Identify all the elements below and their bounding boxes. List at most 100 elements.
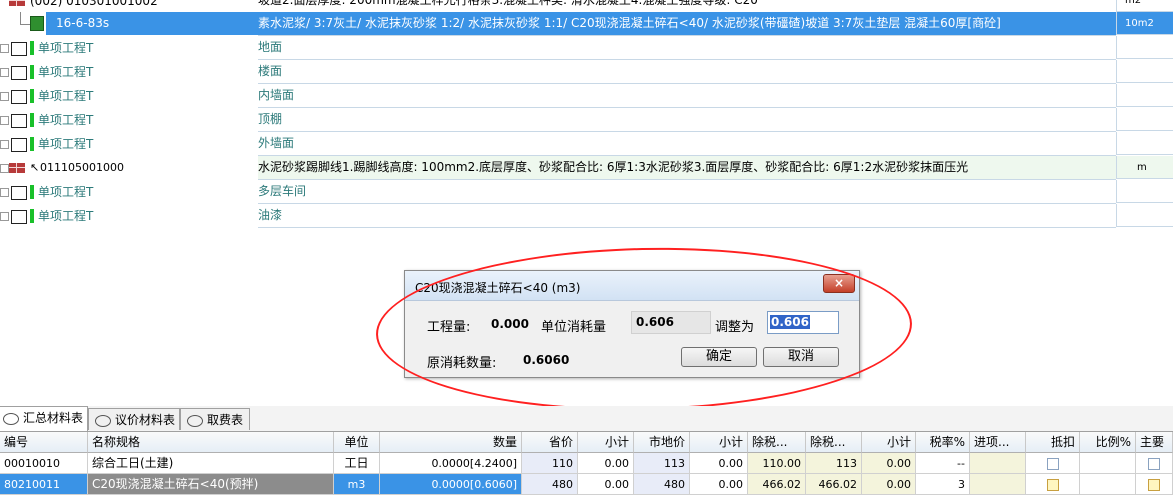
cell-tax-rate[interactable]: -- xyxy=(916,453,970,474)
tree-row-selected[interactable]: 16-6-83s 素水泥浆/ 3:7灰土/ 水泥抹灰砂浆 1:2/ 水泥抹灰砂浆… xyxy=(0,12,1173,36)
tab-eye-icon xyxy=(95,415,111,427)
col-header-pretax-1[interactable]: 除税... xyxy=(748,432,806,453)
tab-eye-icon xyxy=(187,415,203,427)
cell-subtotal[interactable]: 0.00 xyxy=(690,474,748,495)
expand-icon[interactable] xyxy=(0,164,9,173)
dialog-title-bar[interactable]: C20现浇混凝土碎石<40 (m3) × xyxy=(405,271,859,301)
tab-negotiated-materials[interactable]: 议价材料表 xyxy=(88,408,180,430)
col-header-code[interactable]: 编号 xyxy=(0,432,88,453)
expand-icon[interactable] xyxy=(0,116,9,125)
cell-city-price[interactable]: 480 xyxy=(634,474,690,495)
status-green-icon xyxy=(30,89,34,103)
expand-icon[interactable] xyxy=(0,140,9,149)
project-icon xyxy=(11,138,27,152)
cell-unit[interactable]: 工日 xyxy=(334,453,380,474)
col-header-main[interactable]: 主要 xyxy=(1136,432,1173,453)
cell-code[interactable]: 80210011 xyxy=(0,474,88,495)
status-green-icon xyxy=(30,65,34,79)
cell-subtotal[interactable]: 0.00 xyxy=(862,453,916,474)
tree-unit xyxy=(1116,108,1173,131)
cell-subtotal[interactable]: 0.00 xyxy=(862,474,916,495)
col-header-province-price[interactable]: 省价 xyxy=(522,432,578,453)
col-header-quantity[interactable]: 数量 xyxy=(380,432,522,453)
tree-row-project[interactable]: 单项工程T 多层车间 xyxy=(0,180,1173,204)
tree-desc: 外墙面 xyxy=(258,132,1116,156)
col-header-tax-rate[interactable]: 税率% xyxy=(916,432,970,453)
cell-pretax-2[interactable]: 466.02 xyxy=(806,474,862,495)
adjust-label: 调整为 xyxy=(715,320,755,335)
tree-row-project[interactable]: 单项工程T 顶棚 xyxy=(0,108,1173,132)
cell-code[interactable]: 00010010 xyxy=(0,453,88,474)
tree-row-item[interactable]: ↖ 011105001000 水泥砂浆踢脚线1.踢脚线高度: 100mm2.底层… xyxy=(0,156,1173,180)
expand-icon[interactable] xyxy=(0,92,9,101)
tree-row-project[interactable]: 单项工程T 地面 xyxy=(0,36,1173,60)
col-header-pretax-2[interactable]: 除税... xyxy=(806,432,862,453)
col-header-deduct[interactable]: 抵扣 xyxy=(1026,432,1080,453)
expand-icon[interactable] xyxy=(0,212,9,221)
expand-icon[interactable] xyxy=(0,44,9,53)
tree-row-project[interactable]: 单项工程T 内墙面 xyxy=(0,84,1173,108)
tree-row-project[interactable]: 单项工程T 油漆 xyxy=(0,204,1173,228)
cell-province-price[interactable]: 480 xyxy=(522,474,578,495)
cell-subtotal[interactable]: 0.00 xyxy=(578,474,634,495)
bottom-tabs: 汇总材料表 议价材料表 取费表 xyxy=(0,406,1173,432)
cell-province-price[interactable]: 110 xyxy=(522,453,578,474)
col-header-ratio[interactable]: 比例% xyxy=(1080,432,1136,453)
original-consumption-label: 原消耗数量: xyxy=(427,356,497,371)
tree-desc: 地面 xyxy=(258,36,1116,60)
project-icon xyxy=(11,186,27,200)
cancel-button[interactable]: 取消 xyxy=(763,347,839,367)
cell-ratio[interactable] xyxy=(1080,453,1136,474)
tab-eye-icon xyxy=(3,413,19,425)
expand-icon[interactable] xyxy=(0,68,9,77)
cell-deduct xyxy=(1026,474,1080,495)
cell-unit[interactable]: m3 xyxy=(334,474,380,495)
tree-cell-code: ↖ 011105001000 xyxy=(0,156,258,180)
project-icon xyxy=(11,210,27,224)
cell-subtotal[interactable]: 0.00 xyxy=(578,453,634,474)
deduct-checkbox[interactable] xyxy=(1046,479,1059,491)
cell-subtotal[interactable]: 0.00 xyxy=(690,453,748,474)
col-header-city-price[interactable]: 市地价 xyxy=(634,432,690,453)
cell-name[interactable]: C20现浇混凝土碎石<40(预拌) xyxy=(88,474,334,495)
cell-pretax-1[interactable]: 466.02 xyxy=(748,474,806,495)
tree-unit: m2 xyxy=(1116,0,1173,12)
cell-quantity[interactable]: 0.0000[0.6060] xyxy=(380,474,522,495)
tree-unit: m xyxy=(1116,156,1173,179)
cell-ratio[interactable] xyxy=(1080,474,1136,495)
cell-input-tax[interactable] xyxy=(970,453,1026,474)
cell-pretax-2[interactable]: 113 xyxy=(806,453,862,474)
tab-label: 取费表 xyxy=(207,413,244,427)
col-header-input-tax[interactable]: 进项... xyxy=(970,432,1026,453)
cell-tax-rate[interactable]: 3 xyxy=(916,474,970,495)
tree-label: 单项工程T xyxy=(38,137,94,151)
expand-icon[interactable] xyxy=(0,188,9,197)
tab-fees[interactable]: 取费表 xyxy=(180,408,250,430)
tab-summary-materials[interactable]: 汇总材料表 xyxy=(0,406,88,431)
col-header-subtotal[interactable]: 小计 xyxy=(862,432,916,453)
adjust-input[interactable]: 0.606 xyxy=(767,311,839,334)
col-header-name[interactable]: 名称规格 xyxy=(88,432,334,453)
project-icon xyxy=(11,90,27,104)
close-button[interactable]: × xyxy=(823,274,855,293)
tree-row-project[interactable]: 单项工程T 外墙面 xyxy=(0,132,1173,156)
cell-name[interactable]: 综合工日(土建) xyxy=(88,453,334,474)
cell-quantity[interactable]: 0.0000[4.2400] xyxy=(380,453,522,474)
main-checkbox[interactable] xyxy=(1148,458,1160,470)
deduct-checkbox[interactable] xyxy=(1046,458,1059,470)
tree-cell-code: 单项工程T xyxy=(0,132,258,156)
main-checkbox[interactable] xyxy=(1148,479,1160,491)
col-header-subtotal[interactable]: 小计 xyxy=(578,432,634,453)
status-green-icon xyxy=(30,41,34,55)
ok-button[interactable]: 确定 xyxy=(681,347,757,367)
brick-icon xyxy=(9,163,25,173)
cell-city-price[interactable]: 113 xyxy=(634,453,690,474)
cell-pretax-1[interactable]: 110.00 xyxy=(748,453,806,474)
tree-cell-code: 16-6-83s xyxy=(0,12,258,36)
tree-cell-code: 单项工程T xyxy=(0,180,258,204)
col-header-subtotal[interactable]: 小计 xyxy=(690,432,748,453)
tree-row-project[interactable]: 单项工程T 楼面 xyxy=(0,60,1173,84)
tree-cell-code: 单项工程T xyxy=(0,36,258,60)
cell-input-tax[interactable] xyxy=(970,474,1026,495)
col-header-unit[interactable]: 单位 xyxy=(334,432,380,453)
